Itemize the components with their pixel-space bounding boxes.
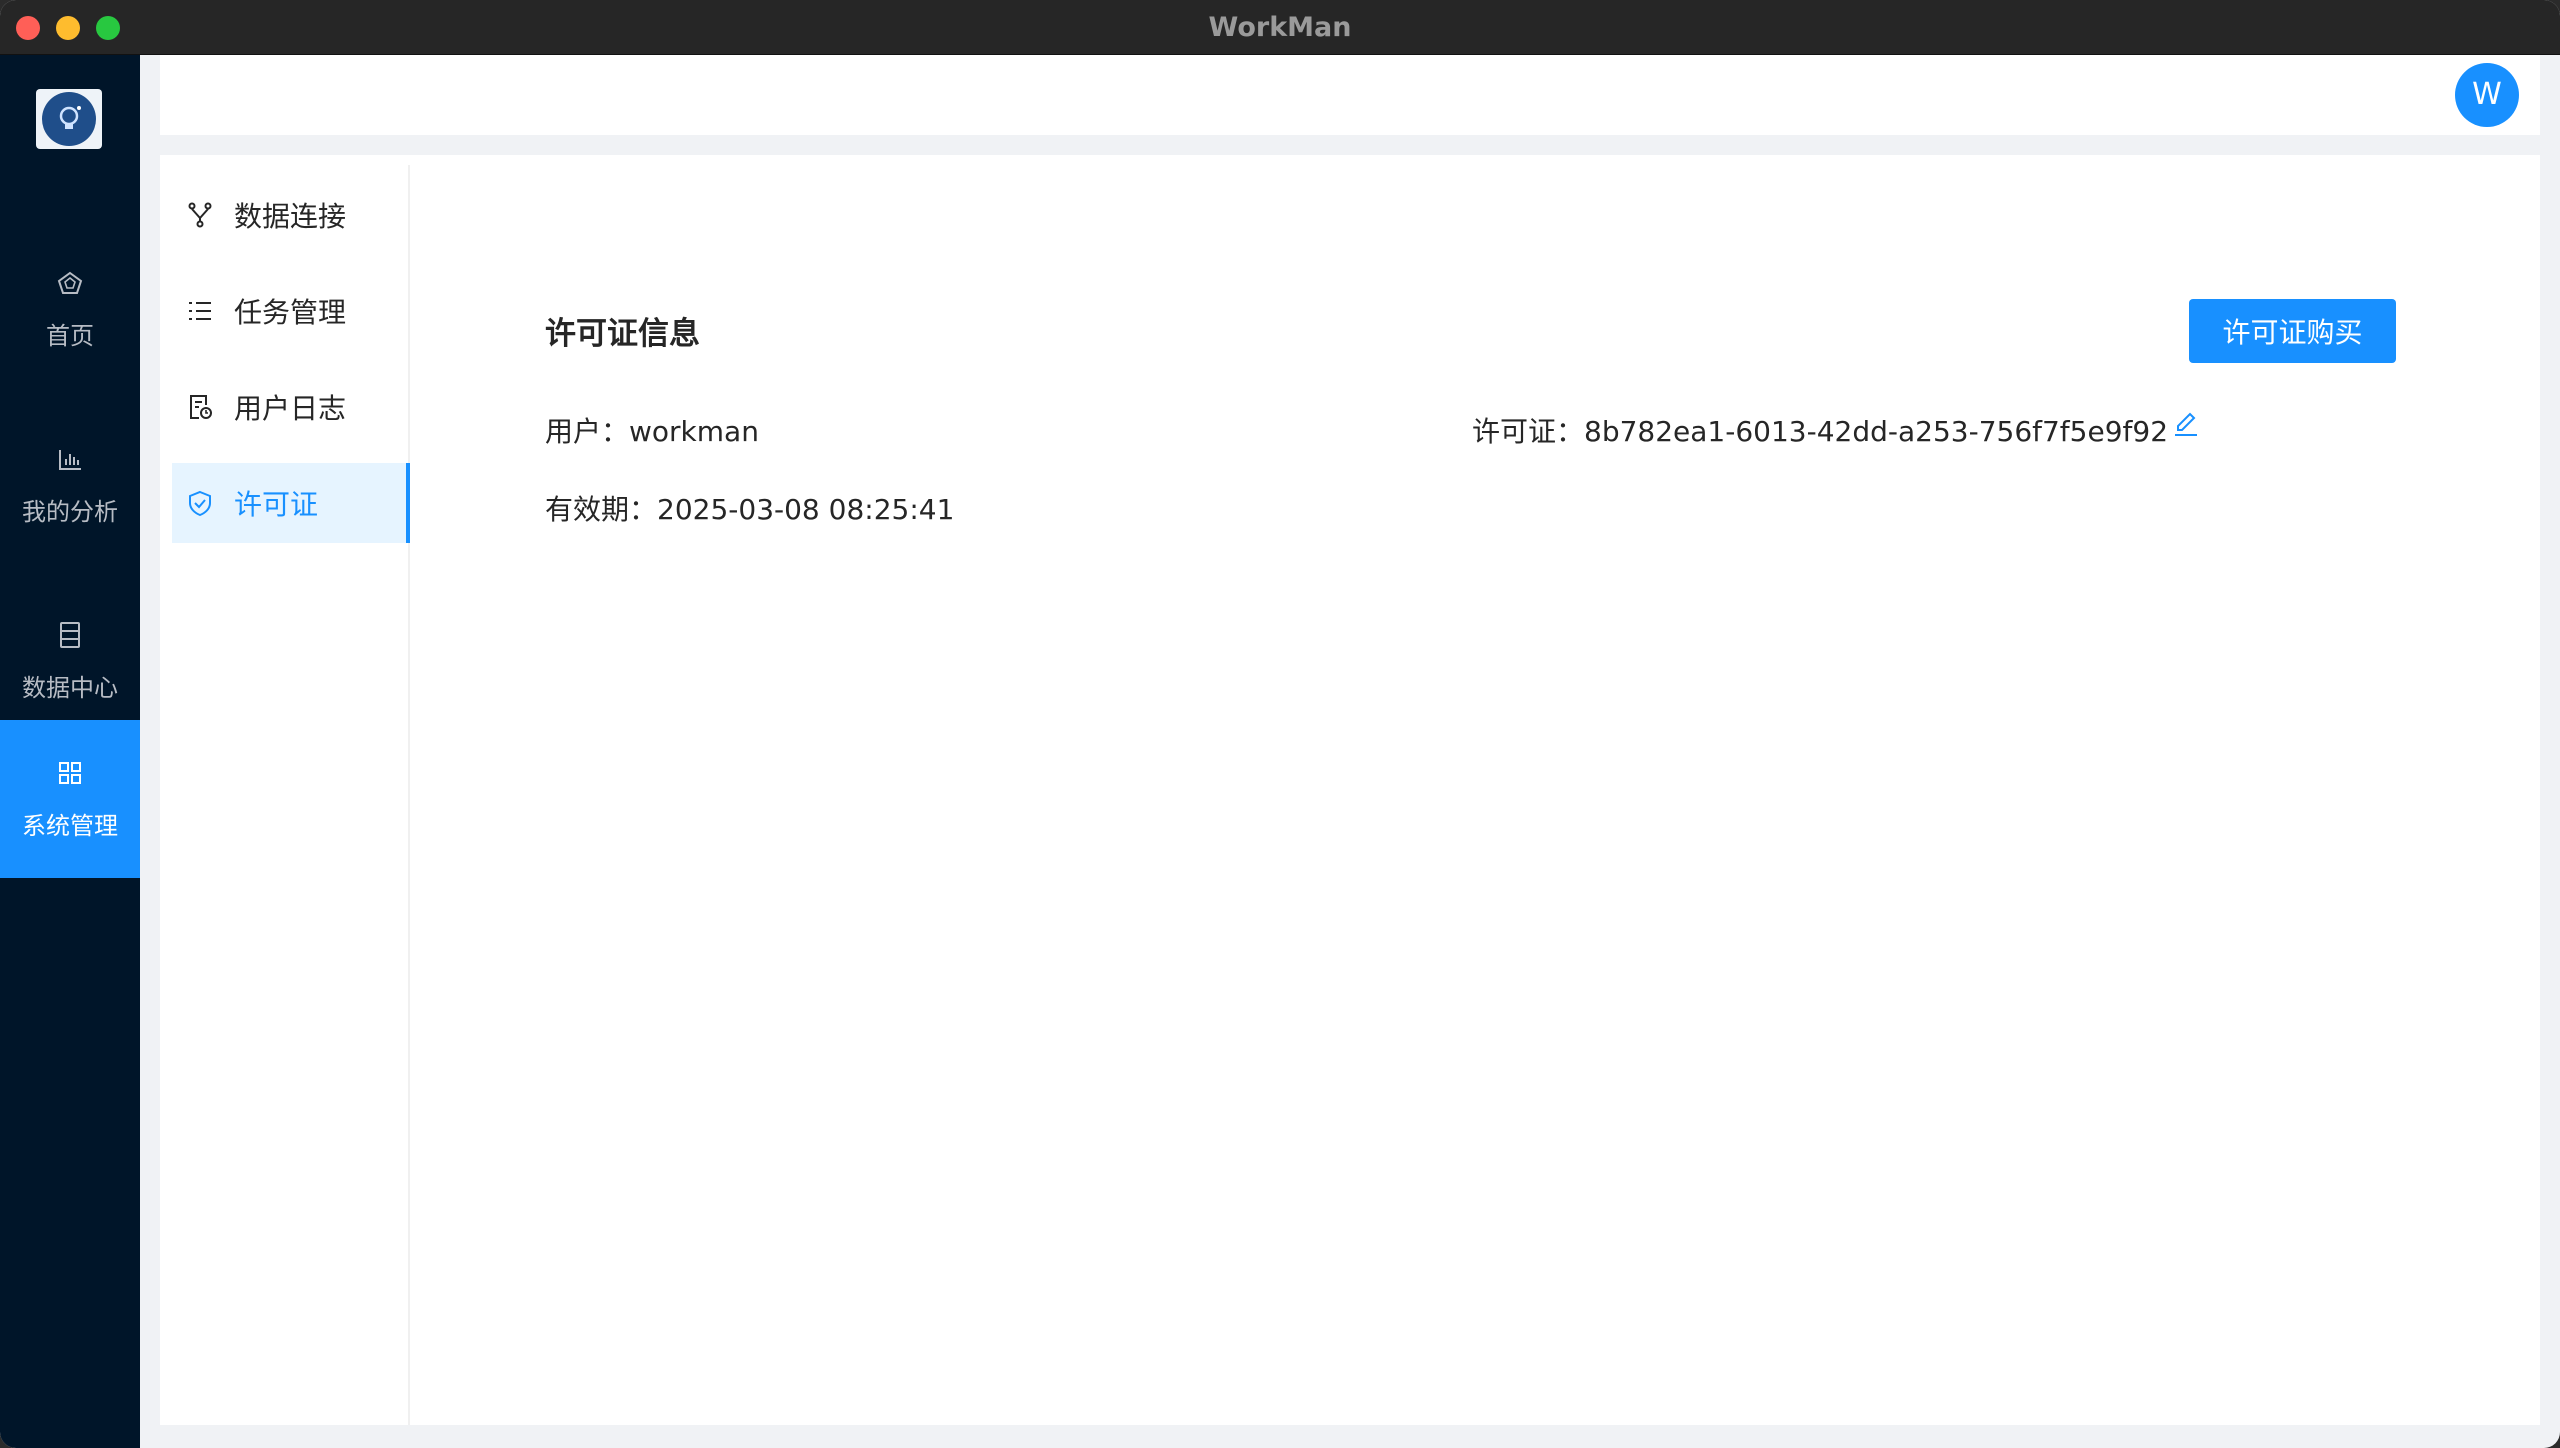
bar-chart-icon bbox=[59, 449, 81, 470]
license-value: 8b782ea1-6013-42dd-a253-756f7f5e9f92 bbox=[1584, 415, 2169, 448]
nav-item-label: 数据中心 bbox=[22, 673, 118, 702]
expiry-label: 有效期： bbox=[545, 493, 658, 526]
expiry-value: 2025-03-08 08:25:41 bbox=[657, 493, 955, 526]
nav-item-data-center[interactable]: 数据中心 bbox=[0, 582, 140, 740]
window-title: WorkMan bbox=[1208, 12, 1352, 43]
subnav-item-label: 数据连接 bbox=[234, 200, 347, 233]
main-content bbox=[160, 155, 2540, 1425]
nav-item-label: 系统管理 bbox=[22, 811, 118, 840]
user-field: 用户：workman bbox=[545, 410, 759, 450]
home-icon bbox=[57, 271, 83, 294]
fork-icon bbox=[188, 202, 212, 228]
subnav-item-task-management[interactable]: 任务管理 bbox=[172, 271, 410, 351]
user-label: 用户： bbox=[545, 415, 630, 448]
main-nav-rail: 首页 我的分析 数据中心 系统管理 bbox=[0, 55, 140, 1448]
app-logo bbox=[36, 89, 102, 149]
subnav-item-user-log[interactable]: 用户日志 bbox=[172, 367, 410, 447]
subnav-item-label: 任务管理 bbox=[234, 296, 347, 329]
settings-subnav: 数据连接 任务管理 用户日志 许可证 bbox=[160, 165, 410, 1425]
nav-item-label: 首页 bbox=[46, 321, 94, 350]
subnav-item-label: 许可证 bbox=[234, 488, 319, 521]
top-header bbox=[160, 55, 2540, 135]
subnav-item-label: 用户日志 bbox=[234, 392, 347, 425]
lightbulb-icon bbox=[42, 92, 96, 146]
app-window: WorkMan 首页 我的分析 数据中心 系统管理 W 数据连接 任务管理 用户… bbox=[0, 0, 2560, 1448]
subnav-item-license[interactable]: 许可证 bbox=[172, 463, 410, 543]
user-avatar[interactable]: W bbox=[2455, 63, 2519, 127]
license-label: 许可证： bbox=[1472, 415, 1585, 448]
buy-license-button[interactable]: 许可证购买 bbox=[2189, 299, 2396, 363]
shield-icon bbox=[189, 490, 211, 517]
nav-item-label: 我的分析 bbox=[22, 497, 118, 526]
edit-icon[interactable] bbox=[2172, 410, 2200, 438]
nav-item-my-analysis[interactable]: 我的分析 bbox=[0, 406, 140, 564]
log-file-icon bbox=[190, 395, 212, 419]
license-field: 许可证：8b782ea1-6013-42dd-a253-756f7f5e9f92 bbox=[1472, 410, 2168, 450]
database-icon bbox=[60, 621, 80, 648]
grid-icon bbox=[59, 761, 81, 784]
user-value: workman bbox=[629, 415, 759, 448]
subnav-item-data-connection[interactable]: 数据连接 bbox=[172, 175, 410, 255]
license-info-title: 许可证信息 bbox=[545, 316, 700, 352]
title-bar: WorkMan bbox=[0, 0, 2560, 55]
nav-item-system-management[interactable]: 系统管理 bbox=[0, 720, 140, 878]
list-icon bbox=[189, 302, 211, 320]
expiry-field: 有效期：2025-03-08 08:25:41 bbox=[545, 488, 954, 528]
nav-item-home[interactable]: 首页 bbox=[0, 230, 140, 388]
